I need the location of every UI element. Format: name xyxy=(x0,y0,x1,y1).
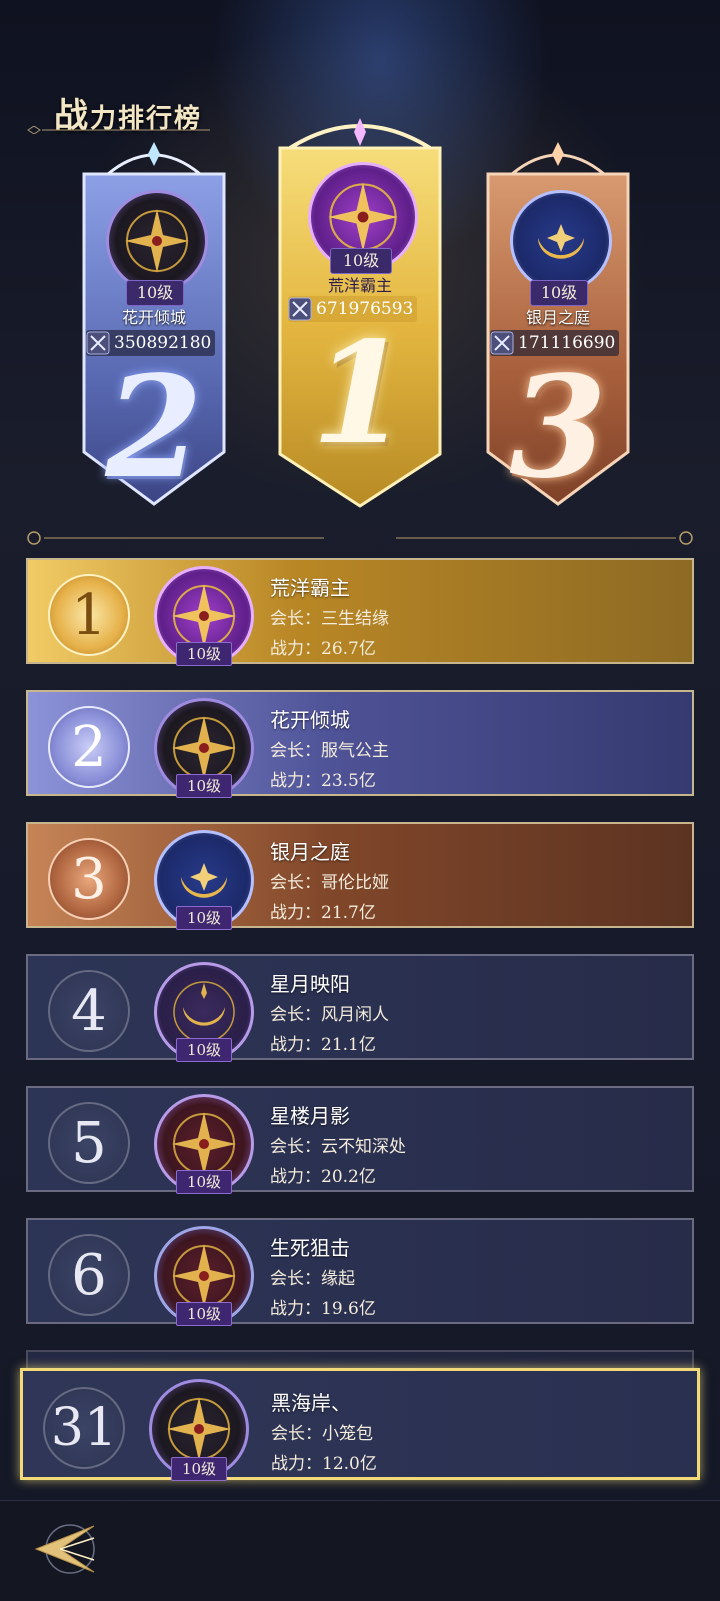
rank-number: 3 xyxy=(48,838,130,920)
podium-second[interactable]: 10级 花开倾城 350892180 2 xyxy=(78,140,230,512)
guild-power: 战力：21.7亿 xyxy=(270,903,376,923)
ranking-row-4[interactable]: 4 10级 星月映阳 会长：风月闲人 战力：21.1亿 xyxy=(26,954,694,1062)
guild-leader: 会长：云不知深处 xyxy=(270,1137,406,1157)
my-guild-rank-row[interactable]: 31 10级 黑海岸、 会长：小笼包 战力：12.0亿 xyxy=(20,1368,700,1481)
guild-name: 荒洋霸主 xyxy=(270,576,350,600)
rank-number: 1 xyxy=(48,574,130,656)
ranking-row-6[interactable]: 6 10级 生死狙击 会长：缘起 战力：19.6亿 xyxy=(26,1218,694,1326)
guild-power: 战力：19.6亿 xyxy=(270,1299,376,1319)
guild-power: 战力：20.2亿 xyxy=(270,1167,376,1187)
level-tag: 10级 xyxy=(176,642,232,666)
guild-name: 生死狙击 xyxy=(270,1236,350,1260)
podium-first[interactable]: 10级 荒洋霸主 671976593 1 xyxy=(270,118,450,514)
guild-leader: 会长：哥伦比娅 xyxy=(270,873,389,893)
guild-name: 银月之庭 xyxy=(525,308,590,327)
guild-leader: 会长：缘起 xyxy=(270,1269,355,1289)
rank-number: 5 xyxy=(48,1102,130,1184)
guild-leader: 会长：三生结缘 xyxy=(270,609,389,629)
level-tag: 10级 xyxy=(330,248,392,274)
guild-power: 战力：23.5亿 xyxy=(270,771,376,791)
guild-leader: 会长：服气公主 xyxy=(270,741,389,761)
level-tag: 10级 xyxy=(176,1302,232,1326)
guild-leader: 会长：风月闲人 xyxy=(270,1005,389,1025)
crossed-swords-icon xyxy=(288,297,312,321)
ranking-row-1[interactable]: 1 10级 荒洋霸主 会长：三生结缘 战力：26.7亿 xyxy=(26,558,694,666)
rank-number: 2 xyxy=(48,706,130,788)
level-tag: 10级 xyxy=(176,1038,232,1062)
guild-power: 战力：12.0亿 xyxy=(271,1454,377,1474)
ranking-row-2[interactable]: 2 10级 花开倾城 会长：服气公主 战力：23.5亿 xyxy=(26,690,694,798)
level-tag: 10级 xyxy=(176,774,232,798)
ranking-row-3[interactable]: 3 10级 银月之庭 会长：哥伦比娅 战力：21.7亿 xyxy=(26,822,694,930)
rank-number: 6 xyxy=(48,1234,130,1316)
level-tag: 10级 xyxy=(126,280,184,306)
back-button[interactable] xyxy=(30,1516,104,1582)
title-underline-ornament xyxy=(27,126,210,134)
podium-third[interactable]: 10级 银月之庭 171116690 3 xyxy=(482,140,634,512)
back-arrow-icon xyxy=(34,1524,95,1574)
section-divider xyxy=(27,531,693,545)
podium-rank-number: 2 xyxy=(105,346,203,510)
guild-name: 花开倾城 xyxy=(270,708,350,732)
guild-name: 星楼月影 xyxy=(270,1104,350,1128)
bottom-bar xyxy=(0,1500,720,1601)
guild-name: 花开倾城 xyxy=(121,308,186,327)
rank-number: 4 xyxy=(48,970,130,1052)
guild-power: 战力：26.7亿 xyxy=(270,639,376,659)
guild-name: 星月映阳 xyxy=(270,972,350,996)
level-tag: 10级 xyxy=(176,1170,232,1194)
podium-rank-number: 3 xyxy=(509,346,607,510)
ranking-row-5[interactable]: 5 10级 星楼月影 会长：云不知深处 战力：20.2亿 xyxy=(26,1086,694,1194)
guild-leader: 会长：小笼包 xyxy=(271,1424,373,1444)
guild-name: 银月之庭 xyxy=(270,840,350,864)
level-tag: 10级 xyxy=(171,1457,227,1481)
guild-name: 黑海岸、 xyxy=(271,1391,351,1415)
level-tag: 10级 xyxy=(176,906,232,930)
guild-power: 战力：21.1亿 xyxy=(270,1035,376,1055)
crescent-moon-emblem-icon xyxy=(510,190,612,292)
level-tag: 10级 xyxy=(530,280,588,306)
podium-rank-number: 1 xyxy=(311,312,409,476)
guild-name: 荒洋霸主 xyxy=(327,276,392,295)
compass-emblem-icon xyxy=(106,190,208,292)
rank-number: 31 xyxy=(43,1387,125,1469)
